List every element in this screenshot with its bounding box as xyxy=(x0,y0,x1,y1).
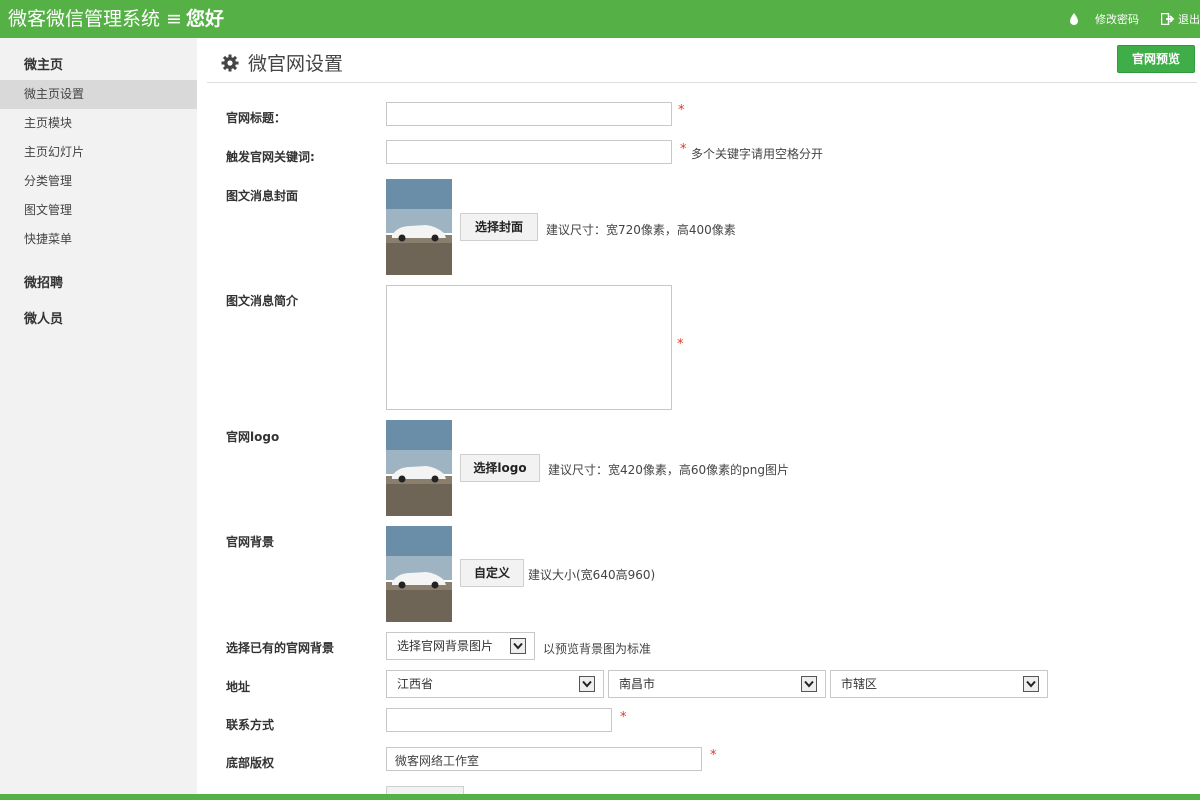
sidebar-group-homepage[interactable]: 微主页 xyxy=(0,38,197,80)
contact-label: 联系方式 xyxy=(226,718,275,732)
theme-drop-icon[interactable] xyxy=(1067,12,1081,26)
cover-thumbnail xyxy=(386,179,452,275)
top-bar: 微客微信管理系统 ≡ 您好 修改密码 退出 xyxy=(0,0,1200,38)
copyright-input[interactable]: 微客网络工作室 xyxy=(386,747,702,771)
existing-background-hint: 以预览背景图为标准 xyxy=(543,642,652,656)
background-thumbnail xyxy=(386,526,452,622)
logout-link[interactable]: 退出 xyxy=(1161,11,1200,27)
sidebar-group-recruitment[interactable]: 微招聘 xyxy=(0,254,197,294)
cover-size-hint: 建议尺寸：宽720像素，高400像素 xyxy=(546,223,736,237)
site-preview-button[interactable]: 官网预览 xyxy=(1117,45,1195,73)
sidebar-item-homepage-settings[interactable]: 微主页设置 xyxy=(0,80,197,109)
sidebar-item-category-management[interactable]: 分类管理 xyxy=(0,167,197,196)
background-label: 官网背景 xyxy=(226,535,275,549)
logo-thumbnail xyxy=(386,420,452,516)
cover-label: 图文消息封面 xyxy=(226,189,299,203)
custom-background-button[interactable]: 自定义 xyxy=(460,559,524,587)
sidebar-item-quick-menu[interactable]: 快捷菜单 xyxy=(0,225,197,254)
chevron-down-icon xyxy=(801,676,817,692)
copyright-required-mark: * xyxy=(710,748,717,763)
contact-required-mark: * xyxy=(620,710,627,725)
sidebar-item-homepage-modules[interactable]: 主页模块 xyxy=(0,109,197,138)
page-title: 微官网设置 xyxy=(221,49,343,76)
logout-icon xyxy=(1161,13,1175,25)
keywords-hint: 多个关键字请用空格分开 xyxy=(691,147,824,161)
choose-logo-button[interactable]: 选择logo xyxy=(460,454,540,482)
site-title-label: 官网标题： xyxy=(226,111,287,125)
sidebar: 微主页 微主页设置 主页模块 主页幻灯片 分类管理 图文管理 快捷菜单 微招聘 … xyxy=(0,38,197,794)
summary-required-mark: * xyxy=(677,337,684,352)
contact-input[interactable] xyxy=(386,708,612,732)
chevron-down-icon xyxy=(1023,676,1039,692)
city-selected: 南昌市 xyxy=(619,677,656,691)
change-password-link[interactable]: 修改密码 xyxy=(1095,11,1139,27)
existing-background-label: 选择已有的官网背景 xyxy=(226,641,335,655)
province-selected: 江西省 xyxy=(397,677,434,691)
menu-toggle-icon[interactable]: ≡ xyxy=(166,8,182,30)
copyright-label: 底部版权 xyxy=(226,756,275,770)
logo-label: 官网logo xyxy=(226,430,280,444)
gear-icon xyxy=(221,54,239,71)
top-right-links: 修改密码 退出 xyxy=(1067,0,1200,38)
choose-cover-button[interactable]: 选择封面 xyxy=(460,213,538,241)
address-label: 地址 xyxy=(226,680,251,694)
site-title-required-mark: * xyxy=(678,103,685,118)
province-select[interactable]: 江西省 xyxy=(386,670,604,698)
page-header: 微官网设置 官网预览 xyxy=(207,38,1197,83)
keywords-required-mark: * xyxy=(680,142,687,157)
brand: 微客微信管理系统 ≡ 您好 xyxy=(8,7,224,31)
greeting: 您好 xyxy=(185,8,224,30)
summary-textarea[interactable] xyxy=(386,285,672,410)
main-content: 微官网设置 官网预览 官网标题： * 触发官网关键词: * 多个关键字请用空格分… xyxy=(197,38,1200,796)
summary-label: 图文消息简介 xyxy=(226,294,299,308)
sidebar-item-homepage-slides[interactable]: 主页幻灯片 xyxy=(0,138,197,167)
sidebar-group-staff[interactable]: 微人员 xyxy=(0,294,197,330)
chevron-down-icon xyxy=(579,676,595,692)
logo-size-hint: 建议尺寸：宽420像素，高60像素的png图片 xyxy=(548,463,790,477)
existing-background-select[interactable]: 选择官网背景图片 xyxy=(386,632,535,660)
keywords-label: 触发官网关键词: xyxy=(226,150,315,164)
keywords-input[interactable] xyxy=(386,140,672,164)
site-title-input[interactable] xyxy=(386,102,672,126)
logout-label: 退出 xyxy=(1178,13,1200,26)
existing-background-selected: 选择官网背景图片 xyxy=(397,639,494,653)
background-size-hint: 建议大小(宽640高960) xyxy=(528,568,656,582)
district-selected: 市辖区 xyxy=(841,677,878,691)
chevron-down-icon xyxy=(510,638,526,654)
sidebar-item-article-management[interactable]: 图文管理 xyxy=(0,196,197,225)
district-select[interactable]: 市辖区 xyxy=(830,670,1048,698)
city-select[interactable]: 南昌市 xyxy=(608,670,826,698)
page-title-text: 微官网设置 xyxy=(248,53,344,75)
app-title: 微客微信管理系统 xyxy=(8,8,161,30)
bottom-bar xyxy=(0,794,1200,800)
